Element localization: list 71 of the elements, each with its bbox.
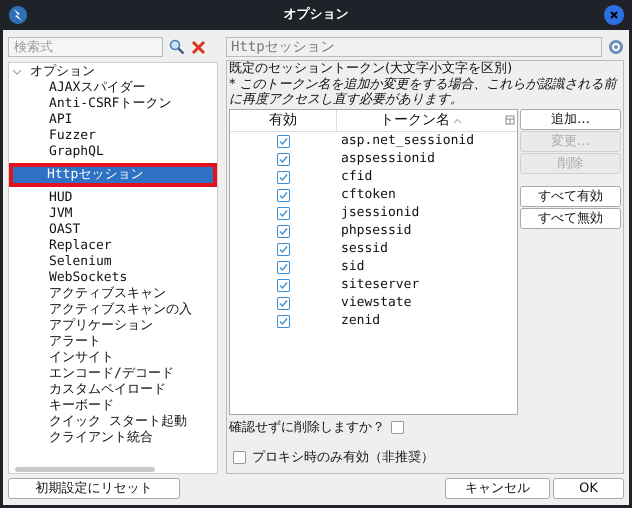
table-cell-text: sid: [341, 258, 364, 276]
tree-item[interactable]: GraphQL: [12, 144, 217, 160]
tree-item[interactable]: Replacer: [12, 238, 217, 254]
clear-icon[interactable]: [191, 40, 206, 54]
button[interactable]: すべて無効: [520, 208, 621, 229]
button[interactable]: キャンセル: [445, 478, 550, 499]
app-logo-icon: [8, 5, 28, 25]
checkbox[interactable]: [277, 206, 290, 220]
tree-item[interactable]: クライアント統合: [12, 430, 217, 446]
checkbox[interactable]: [277, 314, 290, 328]
collapse-icon[interactable]: [12, 67, 22, 77]
button[interactable]: 初期設定にリセット: [8, 478, 180, 499]
note: * このトークン名を追加か変更をする場合、これらが認識される前に再度アクセスし直す必要があります。: [229, 77, 619, 107]
table-cell-text: cfid: [341, 168, 372, 186]
panel-title: Httpセッション: [226, 37, 602, 57]
column-chooser-icon[interactable]: [505, 115, 515, 125]
table-cell-text: siteserver: [341, 276, 420, 294]
column-header[interactable]: トークン名: [337, 110, 505, 131]
search-field[interactable]: 検索式: [8, 37, 163, 57]
checkbox[interactable]: [277, 134, 290, 148]
help-icon[interactable]: [608, 39, 624, 55]
table-cell-text: phpsessid: [341, 222, 412, 240]
checkbox[interactable]: [277, 224, 290, 238]
checkbox[interactable]: [233, 450, 246, 464]
table-cell-text: sessid: [341, 240, 388, 258]
heading: 既定のセッショントークン(大文字小文字を区別): [229, 61, 514, 77]
table-cell-text: cftoken: [341, 186, 396, 204]
checkbox[interactable]: [277, 170, 290, 184]
button[interactable]: すべて有効: [520, 186, 621, 207]
tree-item[interactable]: クイック スタート起動: [12, 414, 217, 430]
checkbox-label: プロキシ時のみ有効（非推奨）: [252, 448, 434, 466]
tree-item[interactable]: キーボード: [12, 398, 217, 414]
table-cell-text: zenid: [341, 312, 380, 330]
sort-ascending-icon: [453, 118, 462, 124]
checkbox[interactable]: [277, 278, 290, 292]
checkbox[interactable]: [277, 260, 290, 274]
table-cell-text: viewstate: [341, 294, 412, 312]
tree-item[interactable]: アプリケーション: [12, 318, 217, 334]
checkbox[interactable]: [277, 242, 290, 256]
column-header[interactable]: 有効: [230, 110, 337, 131]
tree-item[interactable]: Httpセッション: [13, 167, 213, 183]
checkbox[interactable]: [277, 296, 290, 310]
close-button[interactable]: [604, 5, 624, 25]
checkbox[interactable]: [277, 152, 290, 166]
checkbox-label: 確認せずに削除しますか？: [229, 419, 385, 437]
search-icon[interactable]: [169, 39, 185, 55]
checkbox[interactable]: [391, 421, 404, 434]
tree-item[interactable]: HUD: [12, 190, 217, 206]
tree-item[interactable]: カスタムペイロード: [12, 382, 217, 398]
tree-item[interactable]: Fuzzer: [12, 128, 217, 144]
tree-item[interactable]: エンコード/デコード: [12, 366, 217, 382]
tree-item[interactable]: AJAXスパイダー: [12, 80, 217, 96]
tree-item[interactable]: アクティブスキャンの入: [12, 302, 217, 318]
table-cell-text: asp.net_sessionid: [341, 132, 474, 150]
tree-item[interactable]: アクティブスキャン: [12, 286, 217, 302]
table-cell-text: jsessionid: [341, 204, 420, 222]
tree-item[interactable]: オプション: [30, 63, 95, 82]
tree-item[interactable]: WebSockets: [12, 270, 217, 286]
tree-item[interactable]: API: [12, 112, 217, 128]
window-title: オプション: [282, 6, 350, 24]
button[interactable]: OK: [553, 478, 624, 499]
button[interactable]: 追加…: [520, 109, 621, 130]
close-icon: [609, 10, 619, 20]
tree-item[interactable]: インサイト: [12, 350, 217, 366]
tree-item[interactable]: アラート: [12, 334, 217, 350]
checkbox[interactable]: [277, 188, 290, 202]
tree-item[interactable]: Selenium: [12, 254, 217, 270]
tree-item[interactable]: JVM: [12, 206, 217, 222]
tree-item[interactable]: OAST: [12, 222, 217, 238]
table-cell-text: aspsessionid: [341, 150, 435, 168]
tree-item[interactable]: Anti-CSRFトークン: [12, 96, 217, 112]
